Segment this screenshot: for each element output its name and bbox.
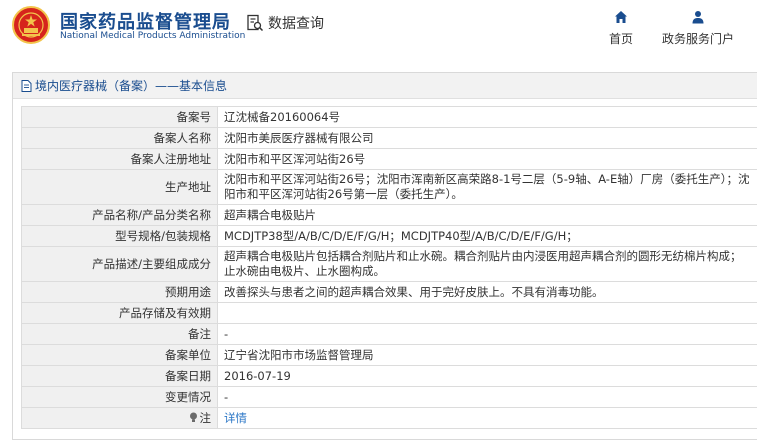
field-label: 备案单位 bbox=[21, 344, 218, 366]
field-value-product-description: 超声耦合电极贴片包括耦合剂贴片和止水碗。耦合剂贴片由内浸医用超声耦合剂的圆形无纺… bbox=[217, 246, 757, 282]
nav-home[interactable]: 首页 bbox=[609, 10, 633, 47]
details-link[interactable]: 详情 bbox=[224, 411, 247, 425]
field-label: 产品名称/产品分类名称 bbox=[21, 204, 218, 226]
table-row: 备案单位 辽宁省沈阳市市场监督管理局 bbox=[21, 344, 757, 366]
field-value-remarks: - bbox=[217, 323, 757, 345]
field-value-product-name: 超声耦合电极贴片 bbox=[217, 204, 757, 226]
nav-service-portal-label: 政务服务门户 bbox=[662, 32, 735, 46]
org-name-en: National Medical Products Administration bbox=[60, 31, 246, 41]
search-document-icon bbox=[247, 14, 264, 32]
nav-service-portal[interactable]: 政务服务门户 bbox=[662, 10, 734, 47]
field-label: 备案日期 bbox=[21, 365, 218, 387]
field-label: 产品描述/主要组成成分 bbox=[21, 246, 218, 282]
breadcrumb: 境内医疗器械（备案）——基本信息 bbox=[13, 73, 757, 99]
field-value-filing-unit: 辽宁省沈阳市市场监督管理局 bbox=[217, 344, 757, 366]
user-icon bbox=[692, 11, 704, 24]
field-value-production-address: 沈阳市和平区浑河站街26号；沈阳市浑南新区高荣路8-1号二层（5-9轴、A-E轴… bbox=[217, 169, 757, 205]
national-emblem-icon bbox=[12, 6, 50, 44]
nav-home-label: 首页 bbox=[609, 32, 634, 46]
data-query-link[interactable]: 数据查询 bbox=[246, 13, 324, 33]
table-row: 预期用途 改善探头与患者之间的超声耦合效果、用于完好皮肤上。不具有消毒功能。 bbox=[21, 281, 757, 303]
table-row: 备案号 辽沈械备20160064号 bbox=[21, 106, 757, 128]
lightbulb-icon bbox=[189, 412, 197, 422]
data-query-label: 数据查询 bbox=[268, 16, 324, 32]
field-value-intended-use: 改善探头与患者之间的超声耦合效果、用于完好皮肤上。不具有消毒功能。 bbox=[217, 281, 757, 303]
table-row: 产品存储及有效期 bbox=[21, 302, 757, 324]
record-detail-table: 备案号 辽沈械备20160064号 备案人名称 沈阳市美辰医疗器械有限公司 备案… bbox=[21, 106, 757, 429]
table-row: 备案人名称 沈阳市美辰医疗器械有限公司 bbox=[21, 127, 757, 149]
note-label: 注 bbox=[199, 410, 212, 425]
field-label: 产品存储及有效期 bbox=[21, 302, 218, 324]
table-row: 备案日期 2016-07-19 bbox=[21, 365, 757, 387]
field-label: 预期用途 bbox=[21, 281, 218, 303]
field-value-change-status: - bbox=[217, 386, 757, 408]
field-value-record-number: 辽沈械备20160064号 bbox=[217, 106, 757, 128]
field-label: 变更情况 bbox=[21, 386, 218, 408]
document-icon bbox=[21, 79, 32, 92]
table-row: 生产地址 沈阳市和平区浑河站街26号；沈阳市浑南新区高荣路8-1号二层（5-9轴… bbox=[21, 169, 757, 205]
field-value-registered-address: 沈阳市和平区浑河站街26号 bbox=[217, 148, 757, 170]
home-icon bbox=[615, 11, 627, 23]
table-row: 产品描述/主要组成成分 超声耦合电极贴片包括耦合剂贴片和止水碗。耦合剂贴片由内浸… bbox=[21, 246, 757, 282]
table-row: 注 详情 bbox=[21, 407, 757, 429]
field-label: 备案人名称 bbox=[21, 127, 218, 149]
note-label-cell: 注 bbox=[21, 407, 218, 429]
field-label: 型号规格/包装规格 bbox=[21, 225, 218, 247]
field-value-storage-validity bbox=[217, 302, 757, 324]
field-label: 备案号 bbox=[21, 106, 218, 128]
field-label: 备注 bbox=[21, 323, 218, 345]
breadcrumb-text: 境内医疗器械（备案）——基本信息 bbox=[35, 79, 228, 93]
note-value-cell: 详情 bbox=[217, 407, 757, 429]
field-label: 生产地址 bbox=[21, 169, 218, 205]
field-label: 备案人注册地址 bbox=[21, 148, 218, 170]
table-row: 产品名称/产品分类名称 超声耦合电极贴片 bbox=[21, 204, 757, 226]
field-value-filing-date: 2016-07-19 bbox=[217, 365, 757, 387]
table-row: 备注 - bbox=[21, 323, 757, 345]
detail-panel: 境内医疗器械（备案）——基本信息 备案号 辽沈械备20160064号 备案人名称… bbox=[12, 72, 757, 440]
site-header: 国家药品监督管理局 National Medical Products Admi… bbox=[0, 0, 757, 62]
field-value-filer-name: 沈阳市美辰医疗器械有限公司 bbox=[217, 127, 757, 149]
table-row: 型号规格/包装规格 MCDJTP38型/A/B/C/D/E/F/G/H；MCDJ… bbox=[21, 225, 757, 247]
field-value-model-spec: MCDJTP38型/A/B/C/D/E/F/G/H；MCDJTP40型/A/B/… bbox=[217, 225, 757, 247]
table-row: 备案人注册地址 沈阳市和平区浑河站街26号 bbox=[21, 148, 757, 170]
table-row: 变更情况 - bbox=[21, 386, 757, 408]
